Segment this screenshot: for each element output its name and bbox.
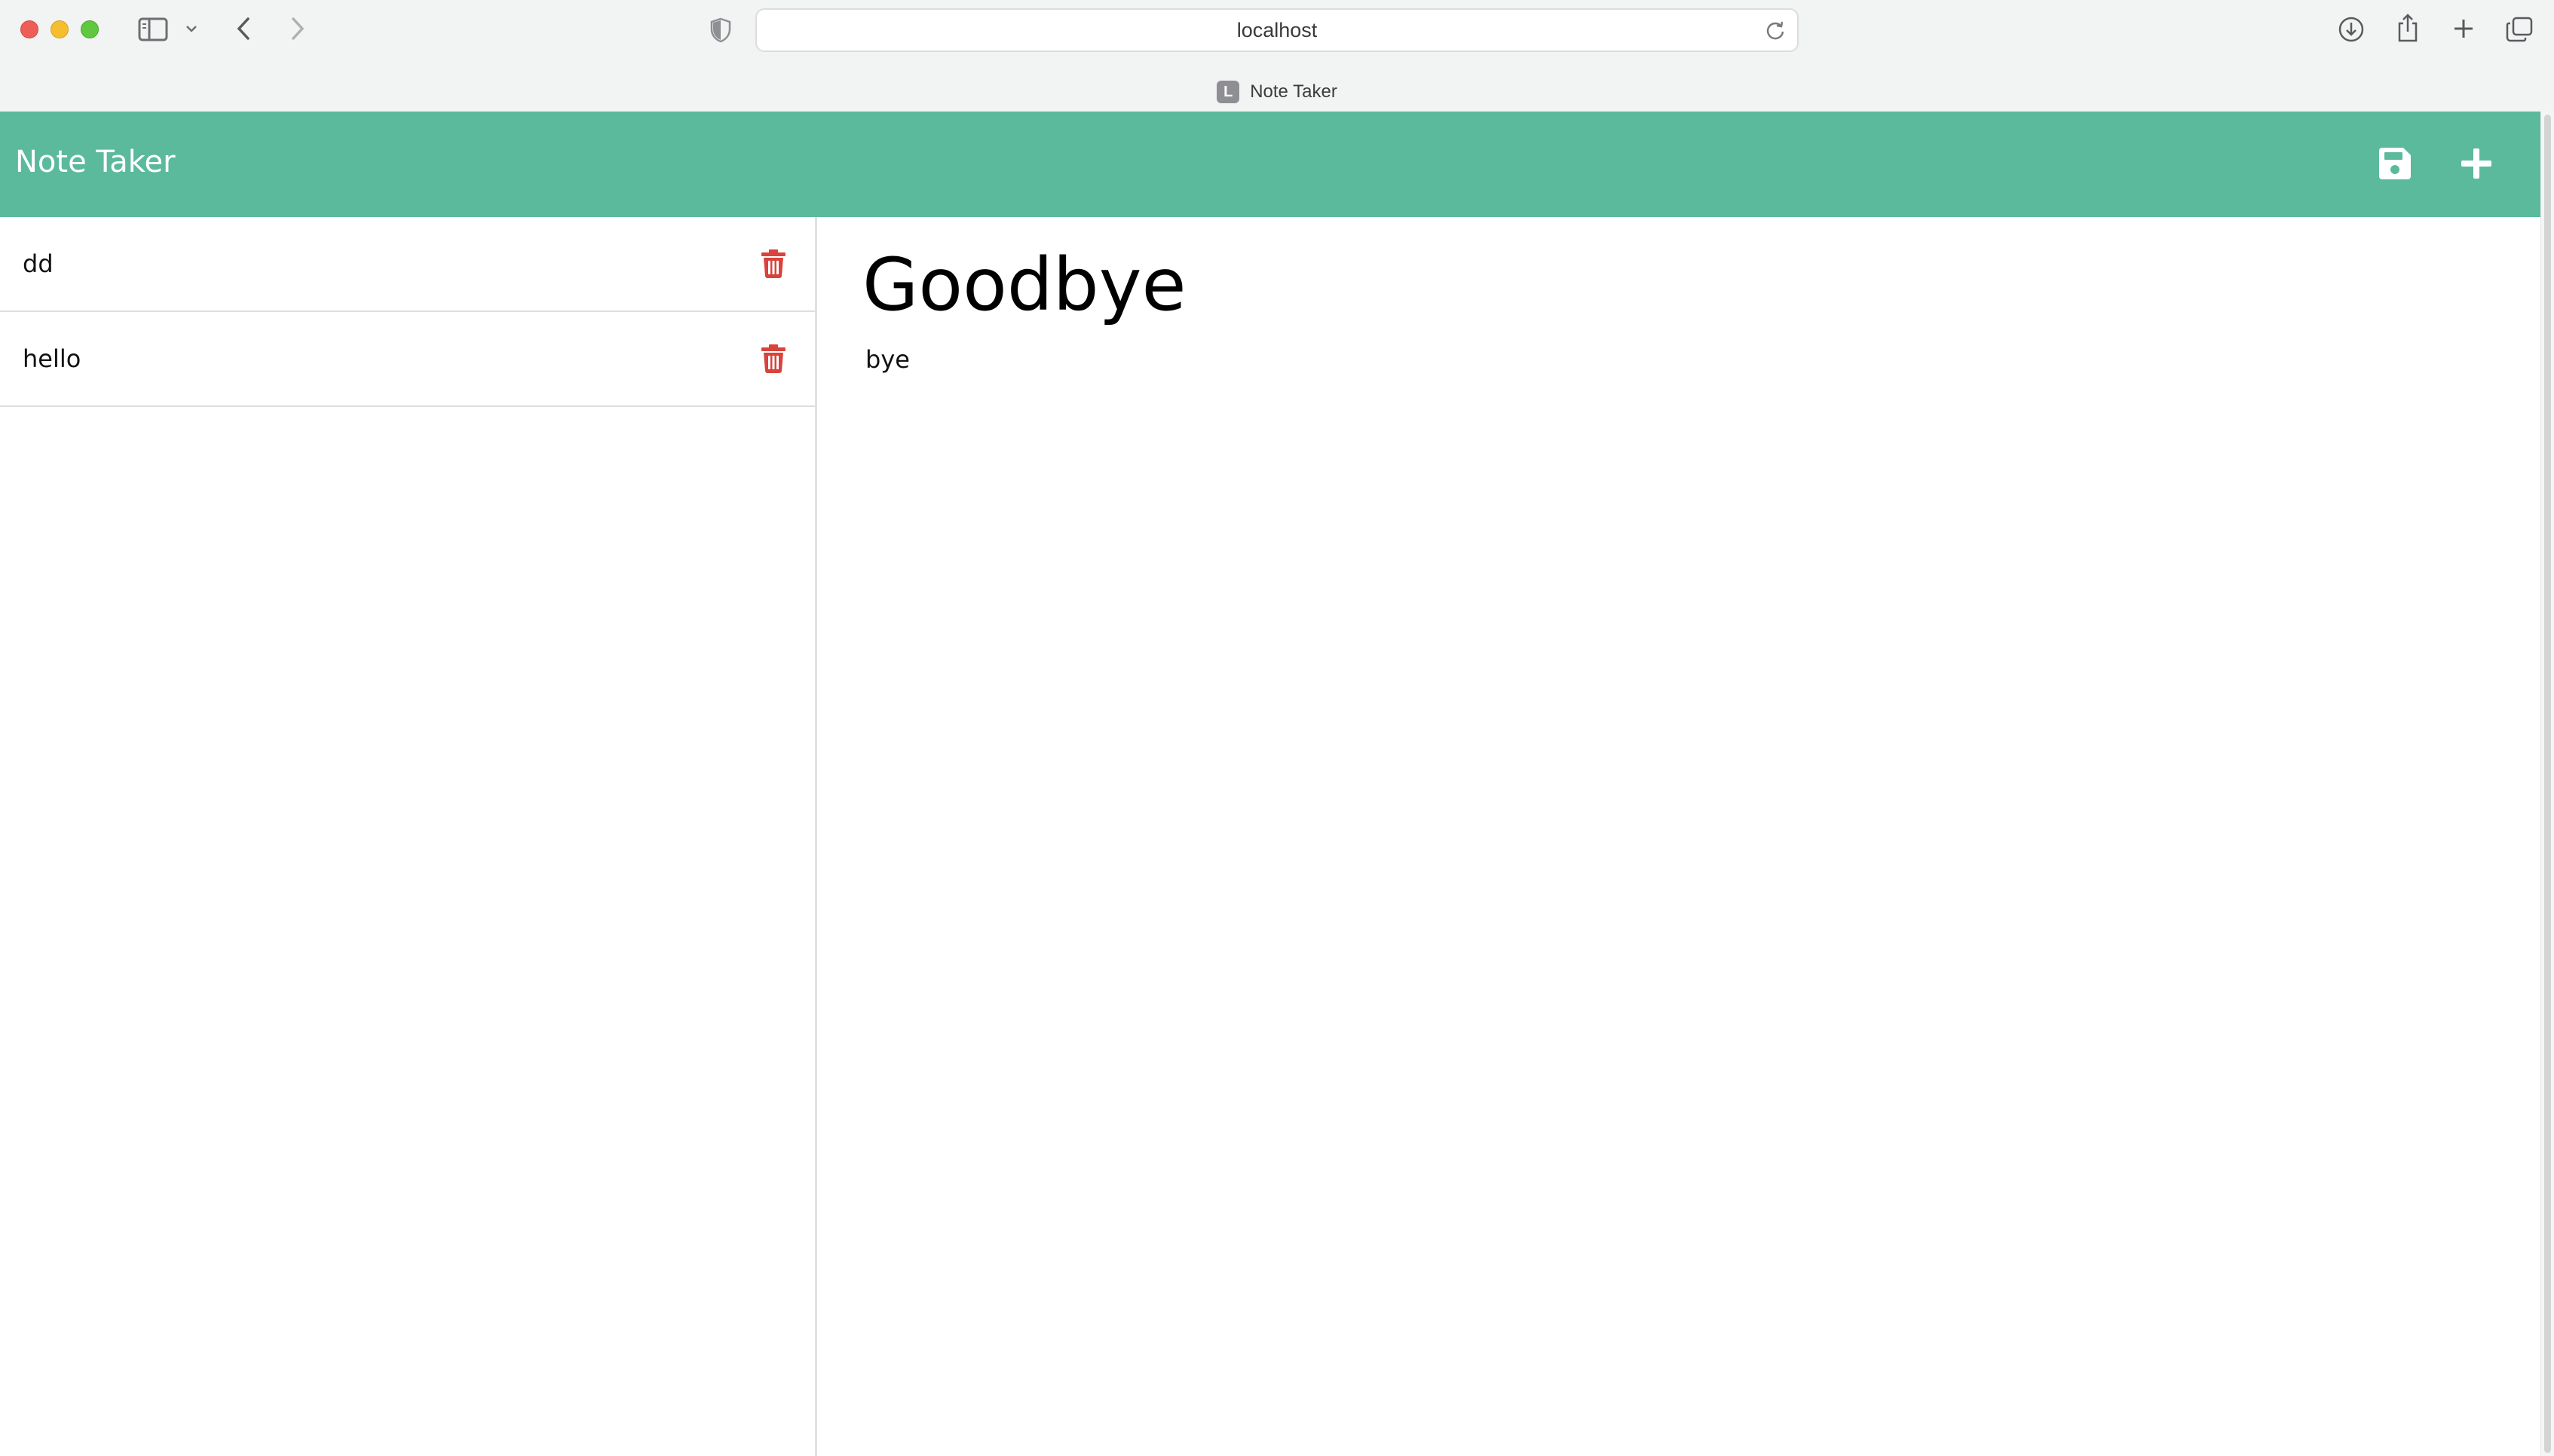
share-icon[interactable] bbox=[2394, 12, 2421, 44]
save-icon bbox=[2378, 146, 2412, 185]
note-text-area[interactable]: bye bbox=[865, 345, 910, 374]
notes-list: dd hello bbox=[0, 217, 817, 1456]
plus-icon bbox=[2459, 146, 2494, 185]
forward-arrow-icon[interactable] bbox=[288, 15, 308, 42]
app-brand[interactable]: Note Taker bbox=[15, 145, 176, 179]
note-editor: Goodbye bye bbox=[817, 217, 2540, 1456]
close-window-button[interactable] bbox=[20, 20, 38, 38]
delete-note-button[interactable] bbox=[760, 249, 787, 279]
back-arrow-icon[interactable] bbox=[234, 15, 253, 42]
list-item[interactable]: dd bbox=[0, 217, 815, 312]
browser-toolbar: localhost bbox=[0, 0, 2554, 59]
note-list-title: dd bbox=[23, 249, 54, 278]
page-scrollbar[interactable] bbox=[2540, 112, 2554, 1456]
tab-title: Note Taker bbox=[1250, 81, 1337, 102]
new-tab-icon[interactable] bbox=[2450, 15, 2477, 42]
browser-chrome: localhost L Note Taker bbox=[0, 0, 2554, 112]
new-note-button[interactable] bbox=[2450, 139, 2503, 191]
scrollbar-thumb[interactable] bbox=[2544, 115, 2551, 1453]
tab-favicon: L bbox=[1217, 81, 1240, 103]
page-content: Note Taker dd hello Goodbye bye bbox=[0, 112, 2540, 1456]
chevron-down-icon[interactable] bbox=[184, 23, 199, 35]
active-tab[interactable]: L Note Taker bbox=[1217, 81, 1337, 103]
tab-bar: L Note Taker bbox=[0, 72, 2554, 112]
trash-icon bbox=[761, 249, 785, 278]
note-title-input[interactable]: Goodbye bbox=[862, 243, 2445, 327]
url-text: localhost bbox=[1236, 18, 1318, 41]
zoom-window-button[interactable] bbox=[81, 20, 99, 38]
app-navbar: Note Taker bbox=[0, 112, 2540, 217]
save-note-button[interactable] bbox=[2369, 139, 2421, 191]
address-bar[interactable]: localhost bbox=[755, 8, 1799, 52]
sidebar-toggle-icon[interactable] bbox=[137, 17, 169, 42]
privacy-shield-icon[interactable] bbox=[709, 17, 733, 44]
downloads-icon[interactable] bbox=[2337, 15, 2366, 44]
delete-note-button[interactable] bbox=[760, 344, 787, 374]
reload-icon[interactable] bbox=[1765, 20, 1785, 41]
list-item[interactable]: hello bbox=[0, 312, 815, 407]
minimize-window-button[interactable] bbox=[51, 20, 69, 38]
tab-overview-icon[interactable] bbox=[2504, 15, 2534, 44]
note-list-title: hello bbox=[23, 344, 81, 373]
trash-icon bbox=[761, 344, 785, 373]
